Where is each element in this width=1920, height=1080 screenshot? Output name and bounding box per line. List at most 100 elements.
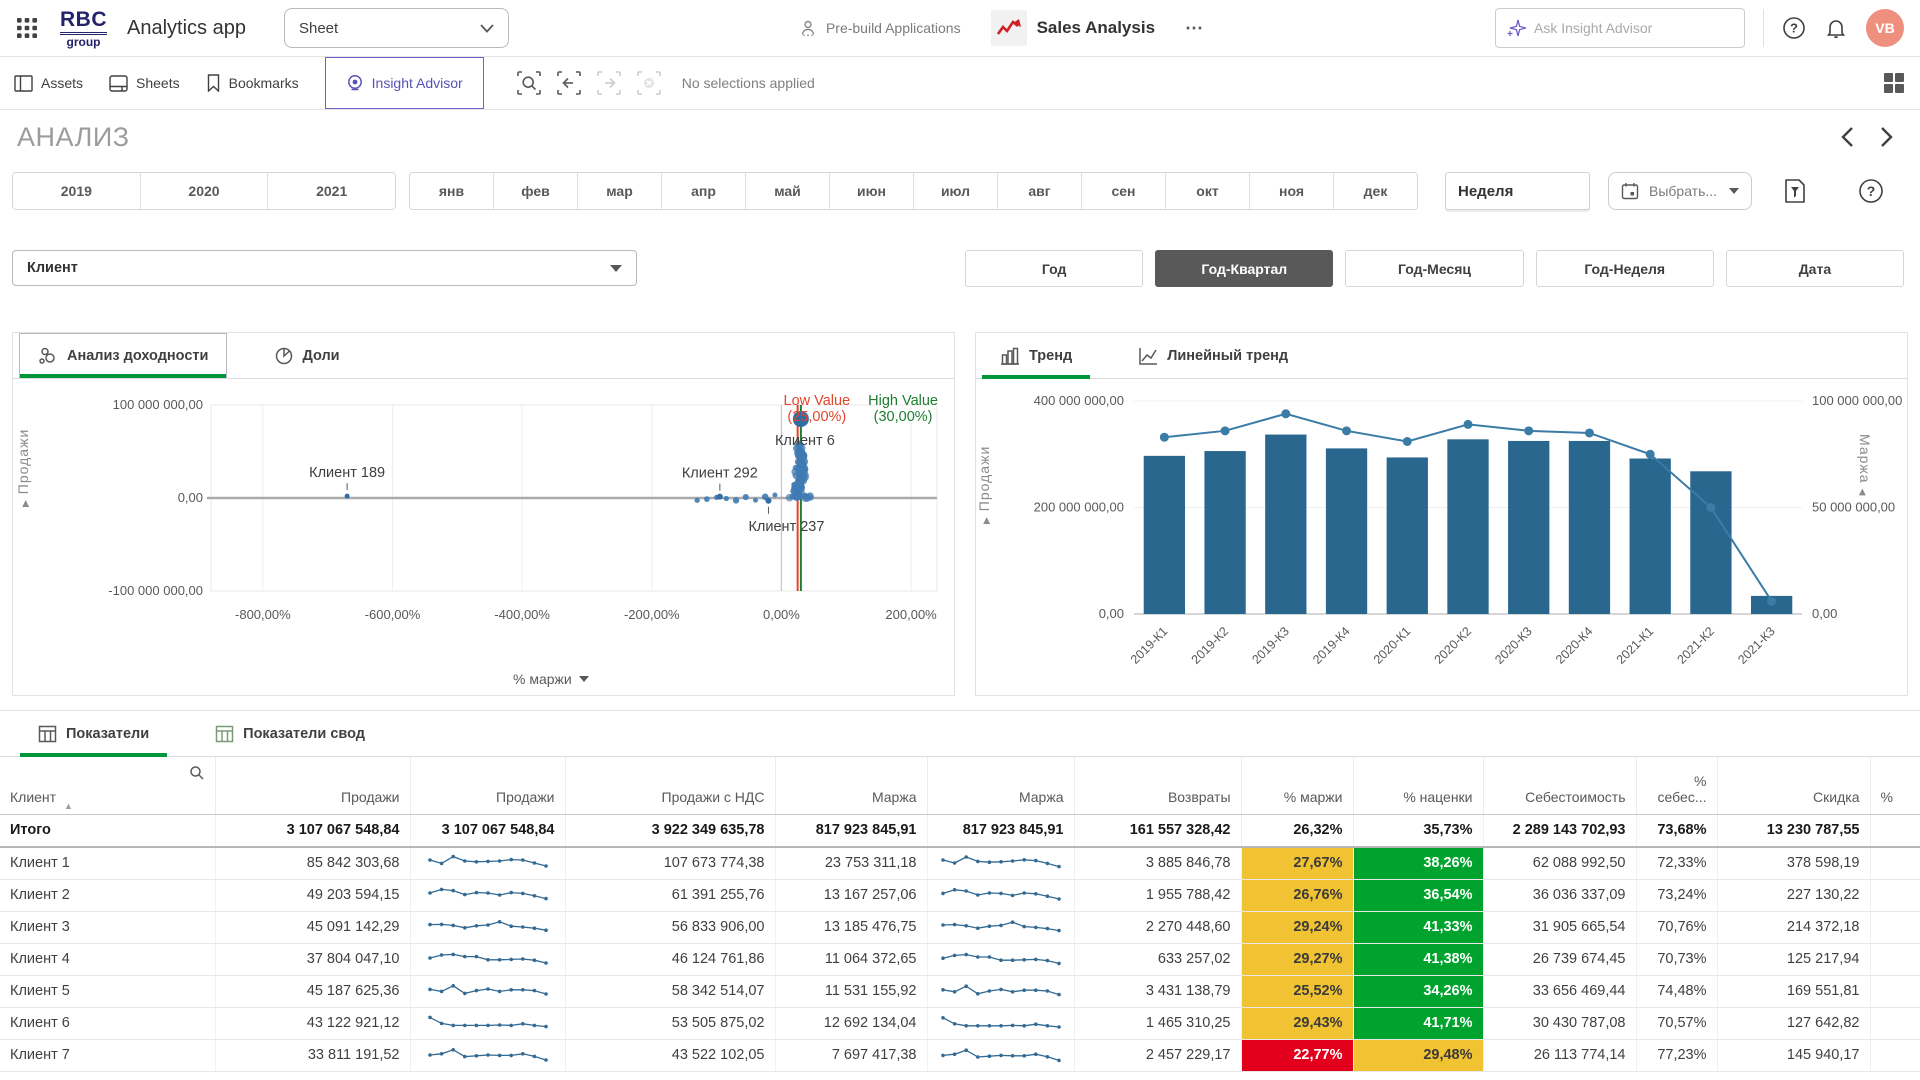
- tab-Показатели свод[interactable]: Показатели свод: [197, 711, 383, 756]
- assets-button[interactable]: Assets: [14, 57, 83, 109]
- sheet-selector-value: Sheet: [299, 20, 480, 37]
- tab-Анализ доходности[interactable]: Анализ доходности: [19, 333, 227, 378]
- cell-markup_pct[interactable]: 41,33%: [1353, 911, 1483, 943]
- more-options-button[interactable]: ⋯: [1185, 18, 1205, 39]
- search-input[interactable]: [1534, 20, 1704, 36]
- column-header-markup_pct[interactable]: % наценки: [1353, 757, 1483, 814]
- tab-Доли[interactable]: Доли: [257, 333, 357, 378]
- column-header-returns[interactable]: Возвраты: [1074, 757, 1241, 814]
- month-filter-item-окт[interactable]: окт: [1166, 173, 1250, 209]
- column-header-margin[interactable]: Маржа: [775, 757, 927, 814]
- sparkline-chart: [427, 1008, 549, 1034]
- period-button-Год[interactable]: Год: [965, 250, 1143, 287]
- period-button-Год-Неделя[interactable]: Год-Неделя: [1536, 250, 1714, 287]
- column-header-cost_pct[interactable]: % себес...: [1636, 757, 1717, 814]
- date-picker-dropdown[interactable]: Выбрать...: [1608, 172, 1752, 210]
- cell-margin_pct[interactable]: 29,24%: [1241, 911, 1353, 943]
- month-filter-item-май[interactable]: май: [746, 173, 830, 209]
- cell-margin_pct[interactable]: 25,52%: [1241, 975, 1353, 1007]
- column-header-cost[interactable]: Себестоимость: [1483, 757, 1636, 814]
- previous-sheet-chevron-icon[interactable]: [1840, 126, 1854, 148]
- current-app-title[interactable]: Sales Analysis: [991, 10, 1155, 46]
- step-forward-icon[interactable]: [596, 70, 622, 96]
- cell-margin_pct[interactable]: 27,67%: [1241, 847, 1353, 879]
- month-filter-item-июл[interactable]: июл: [914, 173, 998, 209]
- bookmarks-button[interactable]: Bookmarks: [206, 57, 299, 109]
- month-filter-item-дек[interactable]: дек: [1334, 173, 1417, 209]
- sparkline-chart: [940, 944, 1062, 970]
- cell-client[interactable]: Клиент 7: [0, 1039, 215, 1071]
- cell-returns: 161 557 328,42: [1074, 814, 1241, 847]
- cell-client[interactable]: Клиент 2: [0, 879, 215, 911]
- kpi-table[interactable]: Клиент▲ПродажиПродажиПродажи с НДСМаржаМ…: [0, 757, 1920, 1072]
- user-avatar[interactable]: VB: [1866, 9, 1904, 47]
- cell-margin_pct[interactable]: 26,76%: [1241, 879, 1353, 911]
- month-filter-item-июн[interactable]: июн: [830, 173, 914, 209]
- month-filter-item-янв[interactable]: янв: [410, 173, 494, 209]
- trend-combo-chart[interactable]: 400 000 000,00200 000 000,000,00100 000 …: [976, 379, 1907, 695]
- cell-markup_pct[interactable]: 29,48%: [1353, 1039, 1483, 1071]
- column-header-sales_vat[interactable]: Продажи с НДС: [565, 757, 775, 814]
- help-circle-icon[interactable]: ?: [1858, 178, 1884, 204]
- svg-text:200,00%: 200,00%: [885, 607, 937, 622]
- column-header-clipped[interactable]: %: [1870, 757, 1920, 814]
- help-icon[interactable]: ?: [1782, 16, 1806, 40]
- cell-markup_pct[interactable]: 34,26%: [1353, 975, 1483, 1007]
- clear-selections-icon[interactable]: [636, 70, 662, 96]
- scatter-x-axis-title[interactable]: % маржи: [513, 671, 589, 687]
- smart-search-icon[interactable]: [516, 70, 542, 96]
- column-search-icon[interactable]: [189, 765, 205, 784]
- tab-Тренд[interactable]: Тренд: [982, 333, 1090, 378]
- month-filter-item-сен[interactable]: сен: [1082, 173, 1166, 209]
- period-button-Год-Месяц[interactable]: Год-Месяц: [1345, 250, 1523, 287]
- tab-Показатели[interactable]: Показатели: [20, 711, 167, 756]
- cell-sales_spark: [410, 879, 565, 911]
- cell-markup_pct[interactable]: 41,71%: [1353, 1007, 1483, 1039]
- column-header-discount[interactable]: Скидка: [1717, 757, 1870, 814]
- week-filter-field[interactable]: Неделя: [1445, 172, 1590, 210]
- column-header-sales_spark[interactable]: Продажи: [410, 757, 565, 814]
- insight-advisor-tab[interactable]: Insight Advisor: [325, 57, 484, 109]
- cell-markup_pct[interactable]: 41,38%: [1353, 943, 1483, 975]
- cell-client[interactable]: Клиент 6: [0, 1007, 215, 1039]
- month-filter-item-авг[interactable]: авг: [998, 173, 1082, 209]
- month-filter-item-ноя[interactable]: ноя: [1250, 173, 1334, 209]
- column-header-client[interactable]: Клиент▲: [0, 757, 215, 814]
- year-filter-item-2020[interactable]: 2020: [141, 173, 269, 209]
- app-grid-menu-icon[interactable]: [16, 17, 38, 39]
- cell-markup_pct[interactable]: 36,54%: [1353, 879, 1483, 911]
- cell-client[interactable]: Клиент 4: [0, 943, 215, 975]
- next-sheet-chevron-icon[interactable]: [1880, 126, 1894, 148]
- cell-client[interactable]: Клиент 3: [0, 911, 215, 943]
- cell-client[interactable]: Клиент 1: [0, 847, 215, 879]
- cell-markup_pct[interactable]: 38,26%: [1353, 847, 1483, 879]
- client-dropdown[interactable]: Клиент: [12, 250, 637, 286]
- cell-margin_pct[interactable]: 29,43%: [1241, 1007, 1353, 1039]
- cell-margin_pct[interactable]: 22,77%: [1241, 1039, 1353, 1071]
- insight-advisor-search[interactable]: [1495, 8, 1745, 48]
- svg-text:Клиент 189: Клиент 189: [309, 465, 385, 481]
- step-back-icon[interactable]: [556, 70, 582, 96]
- month-filter-item-мар[interactable]: мар: [578, 173, 662, 209]
- sheet-layout-icon[interactable]: [1882, 71, 1906, 95]
- column-header-margin_pct[interactable]: % маржи: [1241, 757, 1353, 814]
- svg-text:2019-К2: 2019-К2: [1189, 624, 1232, 667]
- cell-client[interactable]: Клиент 5: [0, 975, 215, 1007]
- period-button-Год-Квартал[interactable]: Год-Квартал: [1155, 250, 1333, 287]
- year-filter: 201920202021: [12, 172, 396, 210]
- cell-margin_pct[interactable]: 29,27%: [1241, 943, 1353, 975]
- year-filter-item-2021[interactable]: 2021: [268, 173, 395, 209]
- column-header-margin_spark[interactable]: Маржа: [927, 757, 1074, 814]
- sheets-button[interactable]: Sheets: [109, 57, 180, 109]
- notifications-bell-icon[interactable]: [1824, 16, 1848, 40]
- tab-Линейный тренд[interactable]: Линейный тренд: [1120, 333, 1306, 378]
- month-filter-item-фев[interactable]: фев: [494, 173, 578, 209]
- period-button-Дата[interactable]: Дата: [1726, 250, 1904, 287]
- sheet-selector-dropdown[interactable]: Sheet: [284, 8, 509, 48]
- filter-pane-icon[interactable]: [1782, 178, 1808, 204]
- prebuild-applications-link[interactable]: Pre-build Applications: [799, 19, 961, 37]
- month-filter-item-апр[interactable]: апр: [662, 173, 746, 209]
- year-filter-item-2019[interactable]: 2019: [13, 173, 141, 209]
- column-header-sales[interactable]: Продажи: [215, 757, 410, 814]
- cell-discount: 145 940,17: [1717, 1039, 1870, 1071]
